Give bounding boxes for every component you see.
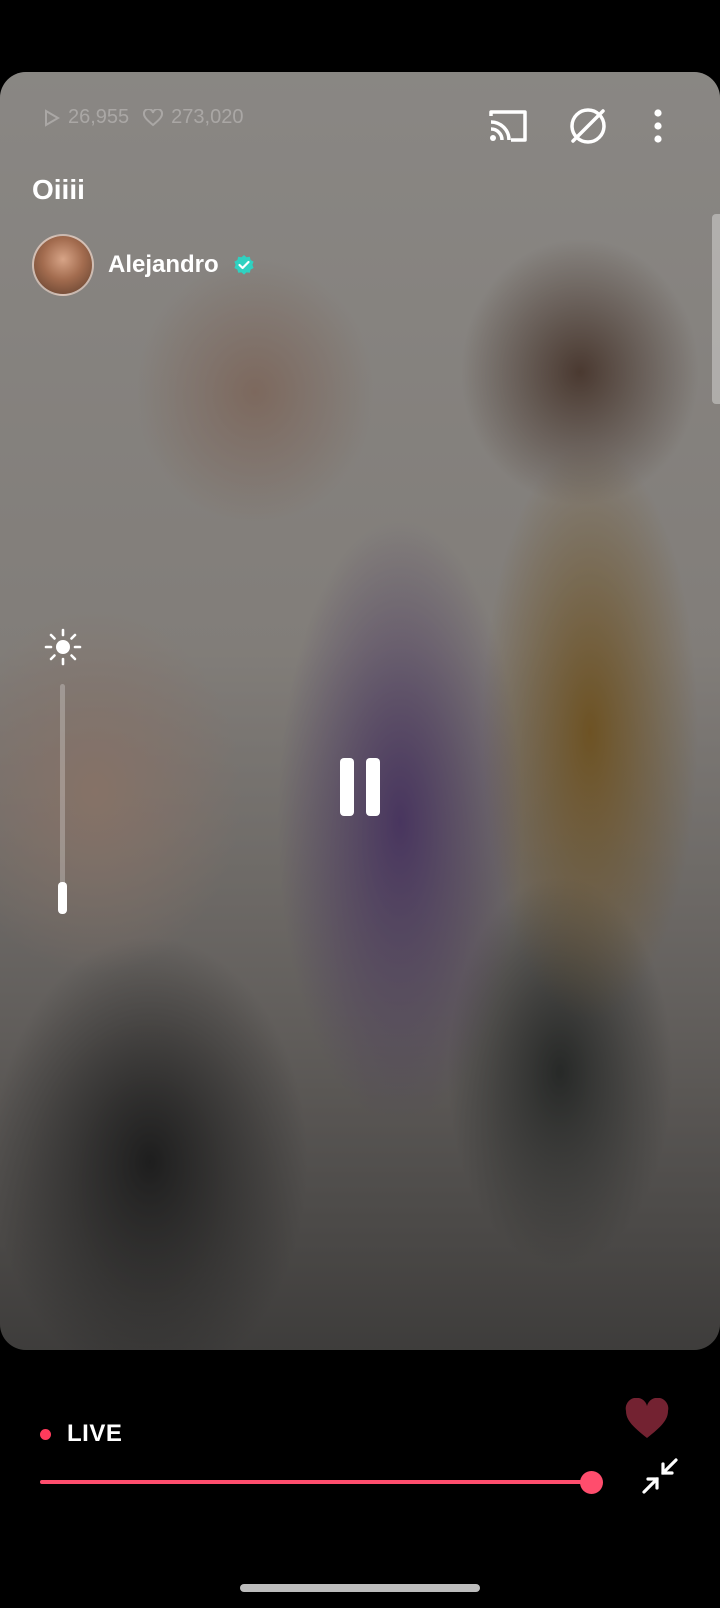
hide-overlay-button[interactable] — [566, 104, 610, 148]
live-indicator: LIVE — [40, 1420, 122, 1448]
likes-count: 273,020 — [171, 106, 244, 128]
heart-icon[interactable] — [624, 1398, 670, 1440]
stream-title: Oiiii — [32, 174, 85, 205]
live-dot — [40, 1428, 51, 1440]
views-stat: 26,955 — [44, 106, 129, 129]
player-overlay: 26,955 273,020 Oiiii Alejandro LIVE — [0, 0, 720, 1608]
minimize-icon[interactable] — [640, 1456, 680, 1496]
more-options-button[interactable] — [636, 104, 680, 148]
live-label: LIVE — [67, 1420, 123, 1447]
pause-icon-bar — [366, 758, 380, 816]
pause-button[interactable] — [338, 758, 382, 818]
verified-badge-icon — [234, 255, 254, 275]
brightness-slider-handle[interactable] — [58, 882, 67, 914]
like-count-icon — [143, 108, 164, 126]
stream-stats: 26,955 273,020 — [44, 106, 243, 129]
cast-icon — [489, 110, 527, 142]
likes-stat: 273,020 — [143, 106, 243, 129]
pause-icon — [340, 758, 354, 816]
views-count: 26,955 — [68, 106, 130, 128]
playback-progress-handle[interactable] — [580, 1471, 603, 1494]
more-options-icon — [654, 109, 662, 143]
scroll-indicator[interactable] — [712, 214, 720, 404]
home-indicator[interactable] — [240, 1584, 480, 1592]
brightness-slider-track[interactable] — [60, 684, 65, 912]
playback-progress-bar[interactable] — [40, 1480, 592, 1484]
creator-avatar[interactable] — [32, 234, 94, 296]
play-count-icon — [45, 108, 60, 127]
brightness-icon — [44, 628, 82, 666]
creator-name[interactable]: Alejandro — [108, 251, 219, 279]
creator-info[interactable]: Alejandro — [32, 234, 255, 296]
cast-button[interactable] — [486, 104, 530, 148]
hide-overlay-icon — [570, 108, 606, 144]
